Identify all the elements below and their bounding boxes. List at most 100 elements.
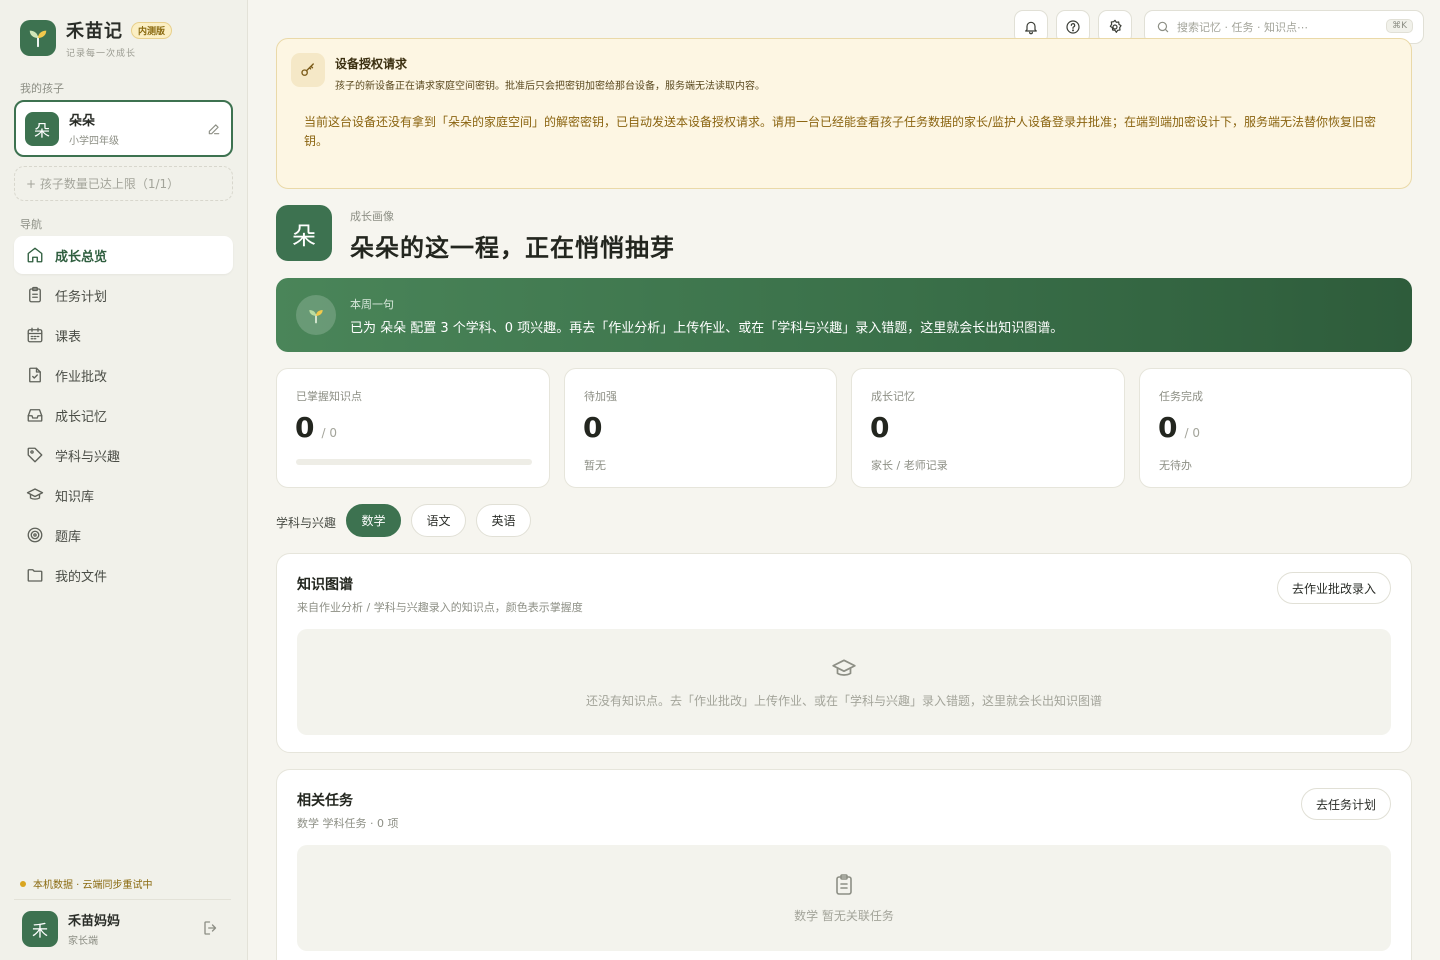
sidebar-item-memories[interactable]: 成长记忆 [14,396,233,434]
search-icon [1157,21,1169,33]
help-circle-icon [1066,20,1080,34]
tab-math[interactable]: 数学 [346,504,401,537]
stat-card-memories[interactable]: 成长记忆 0 家长 / 老师记录 [851,368,1125,488]
target-icon [27,527,43,543]
go-homework-button[interactable]: 去作业批改录入 [1276,572,1391,604]
stat-label: 已掌握知识点 [296,390,362,403]
user-name: 禾苗妈妈 [68,914,121,929]
stat-total: / 0 [1184,426,1200,440]
sidebar-divider [14,899,231,900]
shortcut-hint: ⌘K [1386,19,1413,33]
sidebar-item-label: 成长记忆 [55,409,108,425]
tab-english[interactable]: 英语 [476,504,531,537]
stat-note: 家长 / 老师记录 [871,459,948,472]
profile-avatar: 朵 [276,205,332,261]
stat-total: / 0 [321,426,337,440]
user-avatar: 禾 [22,910,58,947]
go-tasks-button[interactable]: 去任务计划 [1300,788,1391,820]
sidebar-item-label: 知识库 [55,489,95,505]
sidebar: 禾苗记 内测版 记录每一次成长 我的孩子 朵 朵朵 小学四年级 + 孩子数量已达… [0,0,248,960]
sidebar-item-subjects[interactable]: 学科与兴趣 [14,436,233,474]
auth-subtitle: 孩子的新设备正在请求家庭空间密钥。批准后只会把密钥加密给那台设备，服务端无法读取… [335,81,765,92]
child-limit-notice: + 孩子数量已达上限（1/1） [14,166,233,201]
sprout-icon [296,295,336,335]
stat-label: 待加强 [584,390,617,403]
stat-card-to-improve[interactable]: 待加强 0 暂无 [564,368,837,488]
profile-eyebrow: 成长画像 [350,210,394,223]
stat-card-tasks[interactable]: 任务完成 0 / 0 无待办 [1139,368,1412,488]
clipboard-icon [836,873,852,895]
inbox-icon [27,409,43,422]
sidebar-item-label: 作业批改 [55,369,108,385]
sidebar-item-label: 我的文件 [55,569,108,585]
tag-icon [27,447,43,463]
tab-chinese[interactable]: 语文 [411,504,466,537]
knowledge-graph-panel: 知识图谱 来自作业分析 / 学科与兴趣录入的知识点，颜色表示掌握度 去作业批改录… [276,553,1412,753]
stat-label: 任务完成 [1159,390,1203,403]
knowledge-empty-state: 还没有知识点。去「作业批改」上传作业、或在「学科与兴趣」录入错题，这里就会长出知… [297,629,1391,735]
logout-icon[interactable] [202,919,220,937]
sidebar-item-label: 任务计划 [55,289,108,305]
page-title: 朵朵的这一程，正在悄悄抽芽 [350,233,675,262]
brand[interactable]: 禾苗记 内测版 记录每一次成长 [20,17,173,59]
stat-value: 0 [1158,411,1178,444]
panel-subtitle: 来自作业分析 / 学科与兴趣录入的知识点，颜色表示掌握度 [297,601,583,614]
brand-name: 禾苗记 [66,21,123,42]
sidebar-item-label: 学科与兴趣 [55,449,121,465]
child-grade: 小学四年级 [69,136,119,147]
sidebar-item-overview[interactable]: 成长总览 [14,236,233,274]
tasks-empty-state: 数学 暂无关联任务 [297,845,1391,951]
nav-section-label: 导航 [20,218,42,231]
weekly-text: 已为 朵朵 配置 3 个学科、0 项兴趣。再去「作业分析」上传作业、或在「学科与… [350,321,1064,336]
gear-icon [1109,19,1122,33]
sidebar-item-label: 题库 [55,529,82,545]
brand-tagline: 记录每一次成长 [66,49,137,59]
subjects-label: 学科与兴趣 [276,516,337,530]
sync-status: 本机数据 · 云端同步重试中 [20,876,153,891]
stat-value: 0 [295,411,315,444]
search-input[interactable] [1177,20,1377,34]
auth-body: 当前这台设备还没有拿到「朵朵的家庭空间」的解密密钥，已自动发送本设备授权请求。请… [304,115,1377,148]
clipboard-icon [29,286,41,303]
sidebar-item-homework[interactable]: 作业批改 [14,356,233,394]
panel-title: 知识图谱 [297,577,353,593]
user-role: 家长端 [68,936,98,947]
panel-subtitle: 数学 学科任务 · 0 项 [297,817,399,830]
empty-state-text: 还没有知识点。去「作业批改」上传作业、或在「学科与兴趣」录入错题，这里就会长出知… [585,693,1102,708]
device-auth-banner: 设备授权请求 孩子的新设备正在请求家庭空间密钥。批准后只会把密钥加密给那台设备，… [276,38,1412,189]
bell-icon [1025,21,1037,35]
file-check-icon [29,367,41,383]
sidebar-item-knowledge[interactable]: 知识库 [14,476,233,514]
stat-value: 0 [870,411,890,444]
children-section-label: 我的孩子 [20,82,64,95]
sprout-logo-icon [20,20,56,56]
graduation-cap-icon [832,658,856,676]
weekly-label: 本周一句 [350,298,394,311]
child-avatar: 朵 [25,111,59,146]
sidebar-item-tasks[interactable]: 任务计划 [14,276,233,314]
status-dot-icon [20,880,26,887]
home-icon [27,247,43,263]
child-card[interactable]: 朵 朵朵 小学四年级 [14,100,233,157]
pencil-icon[interactable] [207,122,221,136]
sidebar-item-files[interactable]: 我的文件 [14,556,233,594]
sidebar-nav: 成长总览 任务计划 课表 作业批改 成长记忆 学科与兴趣 知识库 题库 我的文件 [14,236,233,596]
sidebar-item-question-bank[interactable]: 题库 [14,516,233,554]
stat-value: 0 [583,411,603,444]
stat-note: 无待办 [1159,459,1192,472]
sidebar-item-timetable[interactable]: 课表 [14,316,233,354]
empty-state-text: 数学 暂无关联任务 [794,908,894,923]
mastery-progress-bar [296,459,532,465]
child-name: 朵朵 [69,114,96,129]
related-tasks-panel: 相关任务 数学 学科任务 · 0 项 去任务计划 数学 暂无关联任务 [276,769,1412,960]
sidebar-item-label: 成长总览 [55,249,108,265]
graduation-cap-icon [26,488,44,500]
panel-title: 相关任务 [297,793,353,809]
key-icon [291,53,325,87]
stat-label: 成长记忆 [871,390,915,403]
weekly-summary-banner: 本周一句 已为 朵朵 配置 3 个学科、0 项兴趣。再去「作业分析」上传作业、或… [276,278,1412,352]
user-profile[interactable]: 禾 禾苗妈妈 家长端 [22,910,222,947]
stat-card-mastered[interactable]: 已掌握知识点 0 / 0 [276,368,550,488]
sync-status-text: 本机数据 · 云端同步重试中 [33,880,153,891]
stat-note: 暂无 [584,459,606,472]
